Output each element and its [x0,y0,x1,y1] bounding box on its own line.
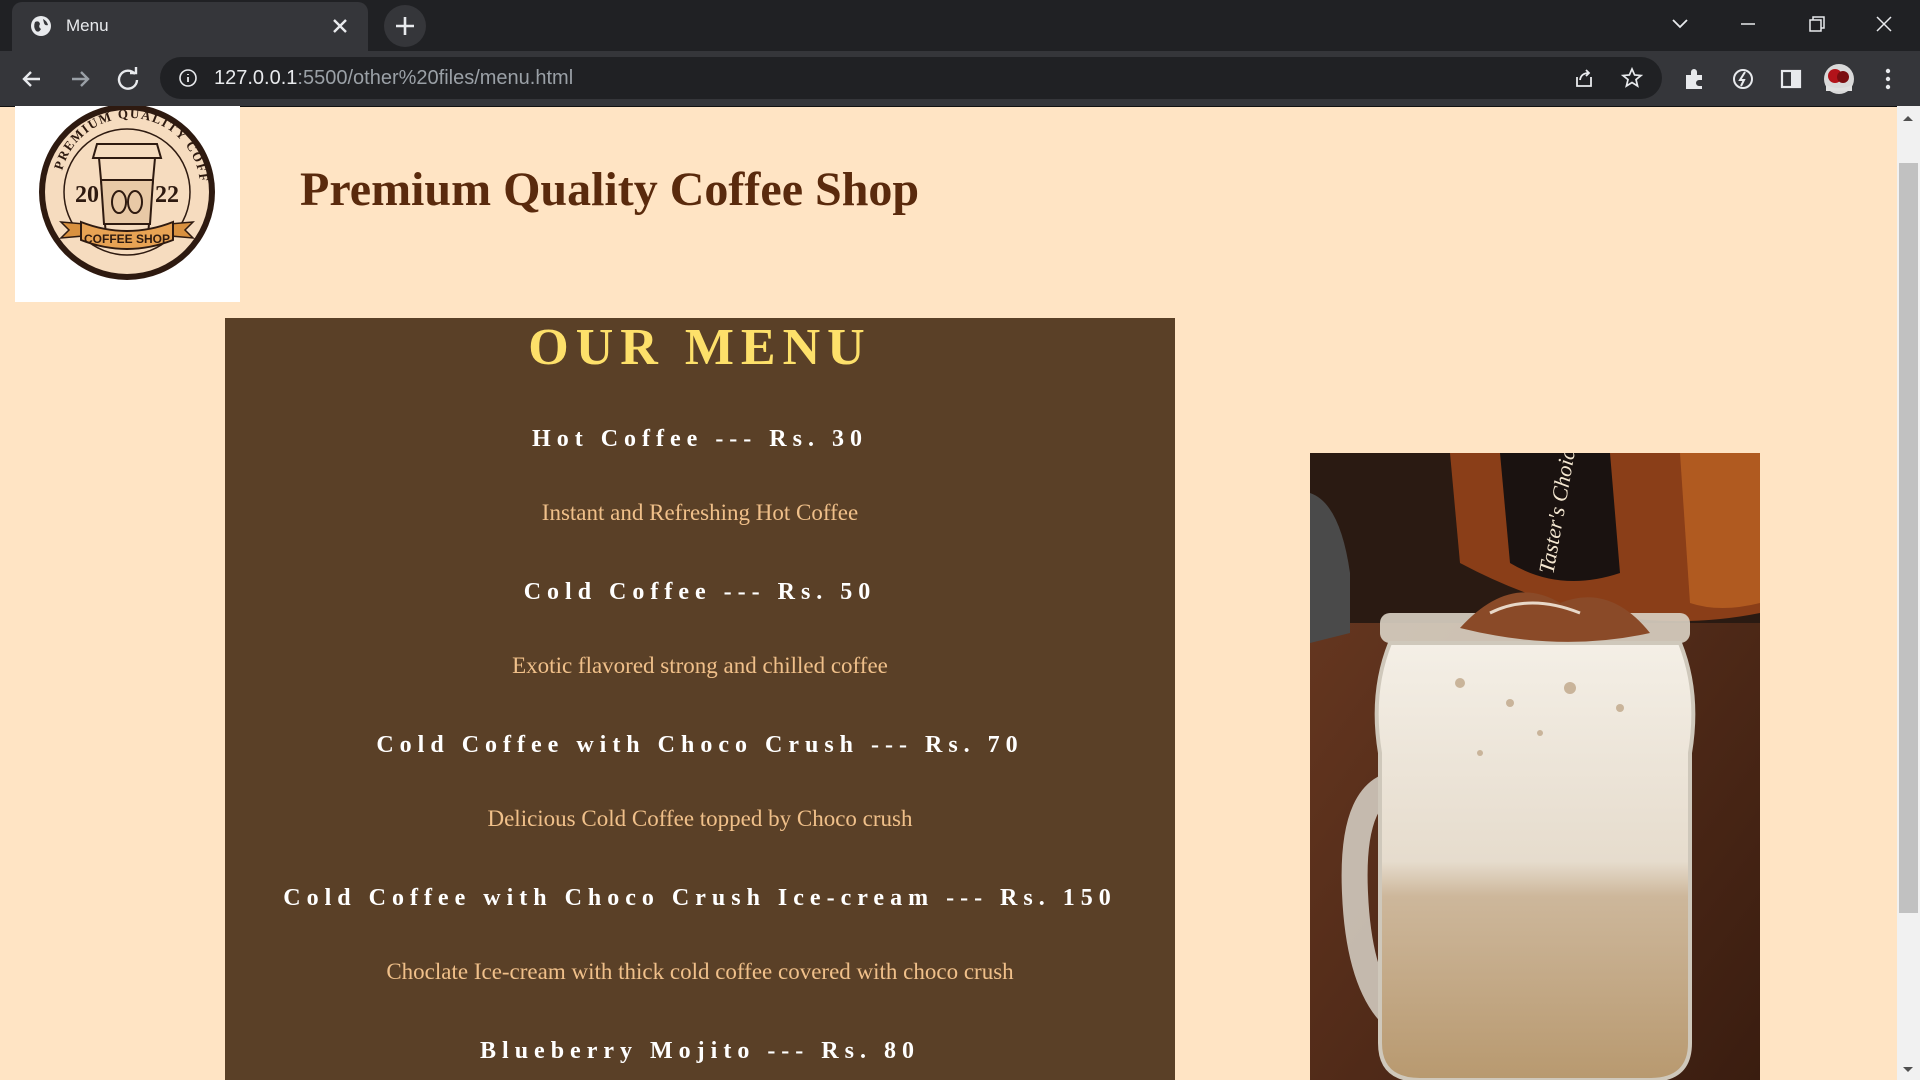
tab-menu[interactable]: Menu [12,2,368,51]
cold-coffee-photo: Taster's Choice [1310,453,1760,1080]
menu-item-description: Delicious Cold Coffee topped by Choco cr… [487,806,913,831]
close-window-icon[interactable] [1856,6,1912,42]
address-bar[interactable]: 127.0.0.1:5500/other%20files/menu.html [160,57,1662,99]
menu-item-name: Hot Coffee --- Rs. 30 [532,426,868,452]
plus-icon [396,17,414,35]
page-title: Premium Quality Coffee Shop [300,163,920,216]
bookmark-star-icon[interactable] [1620,66,1644,90]
share-icon[interactable] [1572,66,1596,90]
scroll-up-arrow-icon[interactable] [1900,112,1916,124]
menu-item-name: Cold Coffee with Choco Crush --- Rs. 70 [376,732,1024,758]
menu-item-name: Blueberry Mojito --- Rs. 80 [480,1038,920,1064]
coffee-shop-badge: PREMIUM QUALITY COFFEE 20 22 COFFEE SHOP [10,94,215,280]
profile-avatar[interactable] [1821,61,1857,97]
menu-panel: OUR MENU Hot Coffee --- Rs. 30 Instant a… [225,318,1175,1080]
tab-search-chevron-icon[interactable] [1652,6,1708,42]
logo-ribbon-text: COFFEE SHOP [84,232,170,246]
forward-icon[interactable] [62,61,98,97]
browser-toolbar: 127.0.0.1:5500/other%20files/menu.html [0,51,1920,107]
url-host: 127.0.0.1 [214,67,298,89]
scrollbar-thumb[interactable] [1899,163,1918,913]
back-icon[interactable] [14,61,50,97]
restore-icon[interactable] [1788,6,1844,42]
logo-year-right: 22 [155,182,179,208]
coffee-shop-logo: PREMIUM QUALITY COFFEE 20 22 COFFEE SHOP [10,94,240,302]
new-tab-button[interactable] [384,5,426,47]
reload-icon[interactable] [110,61,146,97]
side-panel-icon[interactable] [1773,61,1809,97]
more-menu-icon[interactable] [1870,61,1906,97]
logo-year-left: 20 [75,182,99,208]
globe-icon [31,16,51,36]
cold-coffee-jar-image: Taster's Choice [1310,453,1760,1080]
tab-title: Menu [66,16,109,35]
menu-item-description: Instant and Refreshing Hot Coffee [541,500,859,525]
scroll-down-arrow-icon[interactable] [1900,1064,1916,1076]
menu-item-description: Exotic flavored strong and chilled coffe… [512,653,888,678]
menu-item-description: Choclate Ice-cream with thick cold coffe… [386,959,1014,984]
menu-title: OUR MENU [528,319,872,376]
url-path: :5500/other%20files/menu.html [297,67,574,89]
menu-item-name: Cold Coffee --- Rs. 50 [523,579,877,605]
site-info-icon[interactable] [178,68,198,88]
extension-bolt-icon[interactable] [1725,61,1761,97]
menu-item-name: Cold Coffee with Choco Crush Ice-cream -… [283,885,1117,911]
minimize-icon[interactable] [1720,6,1776,42]
close-tab-icon[interactable] [328,14,352,38]
extensions-puzzle-icon[interactable] [1677,61,1713,97]
url-text[interactable]: 127.0.0.1:5500/other%20files/menu.html [214,67,573,90]
